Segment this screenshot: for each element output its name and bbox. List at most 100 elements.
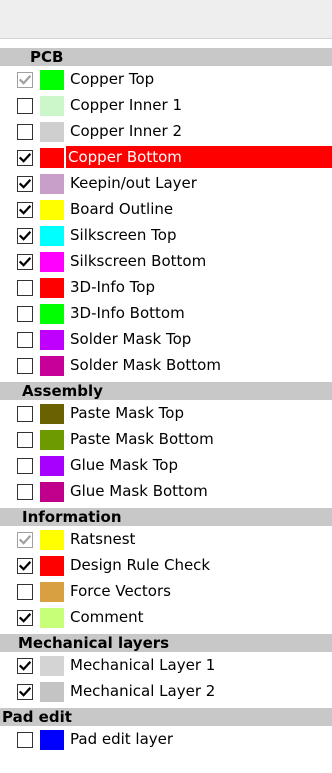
layer-color-swatch[interactable]: [40, 404, 64, 424]
layer-color-swatch[interactable]: [40, 200, 64, 220]
check-icon: [19, 661, 31, 671]
check-icon: [19, 535, 31, 545]
layer-label: Copper Inner 2: [70, 122, 183, 140]
layer-label: Mechanical Layer 2: [70, 682, 216, 700]
layer-visibility-checkbox[interactable]: [17, 124, 33, 140]
layer-visibility-checkbox[interactable]: [17, 558, 33, 574]
layer-label: Design Rule Check: [70, 556, 211, 574]
layer-row-paste-mask-top[interactable]: Paste Mask Top: [0, 402, 332, 428]
layer-label: Pad edit layer: [70, 730, 174, 748]
layer-visibility-checkbox[interactable]: [17, 610, 33, 626]
check-icon: [19, 257, 31, 267]
section-header-assembly: Assembly: [0, 382, 332, 400]
layer-color-swatch[interactable]: [40, 70, 64, 90]
layer-row-copper-bottom[interactable]: Copper Bottom: [0, 146, 332, 172]
layer-row-ratsnest[interactable]: Ratsnest: [0, 528, 332, 554]
layer-row-force-vectors[interactable]: Force Vectors: [0, 580, 332, 606]
layer-row-paste-mask-bottom[interactable]: Paste Mask Bottom: [0, 428, 332, 454]
layer-color-swatch[interactable]: [40, 278, 64, 298]
layer-label: Keepin/out Layer: [70, 174, 197, 192]
layer-color-swatch[interactable]: [40, 122, 64, 142]
layer-color-swatch[interactable]: [40, 682, 64, 702]
layer-color-swatch[interactable]: [40, 330, 64, 350]
check-icon: [19, 687, 31, 697]
layer-color-swatch[interactable]: [40, 148, 64, 168]
layer-visibility-checkbox[interactable]: [17, 176, 33, 192]
layer-label: Glue Mask Top: [70, 456, 179, 474]
layer-label: Solder Mask Top: [70, 330, 192, 348]
layer-label: Silkscreen Bottom: [70, 252, 207, 270]
layer-row-board-outline[interactable]: Board Outline: [0, 198, 332, 224]
layer-label: 3D-Info Bottom: [70, 304, 185, 322]
layer-row-copper-inner-2[interactable]: Copper Inner 2: [0, 120, 332, 146]
layer-row-copper-top[interactable]: Copper Top: [0, 68, 332, 94]
check-icon: [19, 231, 31, 241]
layer-color-swatch[interactable]: [40, 530, 64, 550]
layer-color-swatch[interactable]: [40, 356, 64, 376]
layer-label: Ratsnest: [70, 530, 136, 548]
layer-row-silkscreen-top[interactable]: Silkscreen Top: [0, 224, 332, 250]
layer-color-swatch[interactable]: [40, 730, 64, 750]
layer-visibility-checkbox[interactable]: [17, 332, 33, 348]
layer-visibility-checkbox[interactable]: [17, 684, 33, 700]
layer-label: Comment: [70, 608, 144, 626]
layer-color-swatch[interactable]: [40, 656, 64, 676]
check-icon: [19, 205, 31, 215]
layer-visibility-checkbox[interactable]: [17, 202, 33, 218]
layer-row-3d-info-bottom[interactable]: 3D-Info Bottom: [0, 302, 332, 328]
layer-color-swatch[interactable]: [40, 96, 64, 116]
layer-row-pad-edit-layer[interactable]: Pad edit layer: [0, 728, 332, 754]
layer-row-comment[interactable]: Comment: [0, 606, 332, 632]
layer-color-swatch[interactable]: [40, 556, 64, 576]
layer-color-swatch[interactable]: [40, 482, 64, 502]
layer-color-swatch[interactable]: [40, 456, 64, 476]
layer-visibility-checkbox[interactable]: [17, 150, 33, 166]
layer-visibility-checkbox[interactable]: [17, 584, 33, 600]
layer-color-swatch[interactable]: [40, 174, 64, 194]
layer-row-glue-mask-top[interactable]: Glue Mask Top: [0, 454, 332, 480]
layer-visibility-checkbox[interactable]: [17, 432, 33, 448]
check-icon: [19, 613, 31, 623]
layer-visibility-checkbox[interactable]: [17, 228, 33, 244]
layer-label: Copper Top: [70, 70, 155, 88]
layer-row-silkscreen-bottom[interactable]: Silkscreen Bottom: [0, 250, 332, 276]
layer-visibility-checkbox[interactable]: [17, 280, 33, 296]
layer-color-swatch[interactable]: [40, 608, 64, 628]
layer-visibility-checkbox[interactable]: [17, 458, 33, 474]
layer-row-glue-mask-bottom[interactable]: Glue Mask Bottom: [0, 480, 332, 506]
layer-visibility-checkbox[interactable]: [17, 732, 33, 748]
layer-label: Paste Mask Bottom: [70, 430, 214, 448]
layer-color-swatch[interactable]: [40, 582, 64, 602]
layer-visibility-checkbox[interactable]: [17, 484, 33, 500]
layer-label: Silkscreen Top: [70, 226, 177, 244]
section-header-mechanical-layers: Mechanical layers: [0, 634, 332, 652]
layer-visibility-checkbox[interactable]: [17, 98, 33, 114]
layer-label: Force Vectors: [70, 582, 171, 600]
layer-row-solder-mask-top[interactable]: Solder Mask Top: [0, 328, 332, 354]
layer-row-mechanical-layer-1[interactable]: Mechanical Layer 1: [0, 654, 332, 680]
layer-row-solder-mask-bottom[interactable]: Solder Mask Bottom: [0, 354, 332, 380]
layer-color-swatch[interactable]: [40, 430, 64, 450]
layer-label: Copper Bottom: [66, 146, 332, 168]
layer-visibility-checkbox[interactable]: [17, 72, 33, 88]
check-icon: [19, 75, 31, 85]
layer-row-design-rule-check[interactable]: Design Rule Check: [0, 554, 332, 580]
panel-toolbar: [0, 0, 332, 39]
layer-row-keepin-out-layer[interactable]: Keepin/out Layer: [0, 172, 332, 198]
layer-label: Solder Mask Bottom: [70, 356, 221, 374]
layer-visibility-checkbox[interactable]: [17, 306, 33, 322]
layer-row-3d-info-top[interactable]: 3D-Info Top: [0, 276, 332, 302]
layer-color-swatch[interactable]: [40, 252, 64, 272]
layer-row-copper-inner-1[interactable]: Copper Inner 1: [0, 94, 332, 120]
layer-list: PCB Copper Top Copper Inner 1 Copper Inner …: [0, 46, 332, 754]
layer-visibility-checkbox[interactable]: [17, 254, 33, 270]
layer-visibility-checkbox[interactable]: [17, 658, 33, 674]
layer-color-swatch[interactable]: [40, 304, 64, 324]
layer-visibility-checkbox[interactable]: [17, 532, 33, 548]
section-header-information: Information: [0, 508, 332, 526]
layer-label: Mechanical Layer 1: [70, 656, 216, 674]
layer-visibility-checkbox[interactable]: [17, 406, 33, 422]
layer-row-mechanical-layer-2[interactable]: Mechanical Layer 2: [0, 680, 332, 706]
layer-visibility-checkbox[interactable]: [17, 358, 33, 374]
layer-color-swatch[interactable]: [40, 226, 64, 246]
